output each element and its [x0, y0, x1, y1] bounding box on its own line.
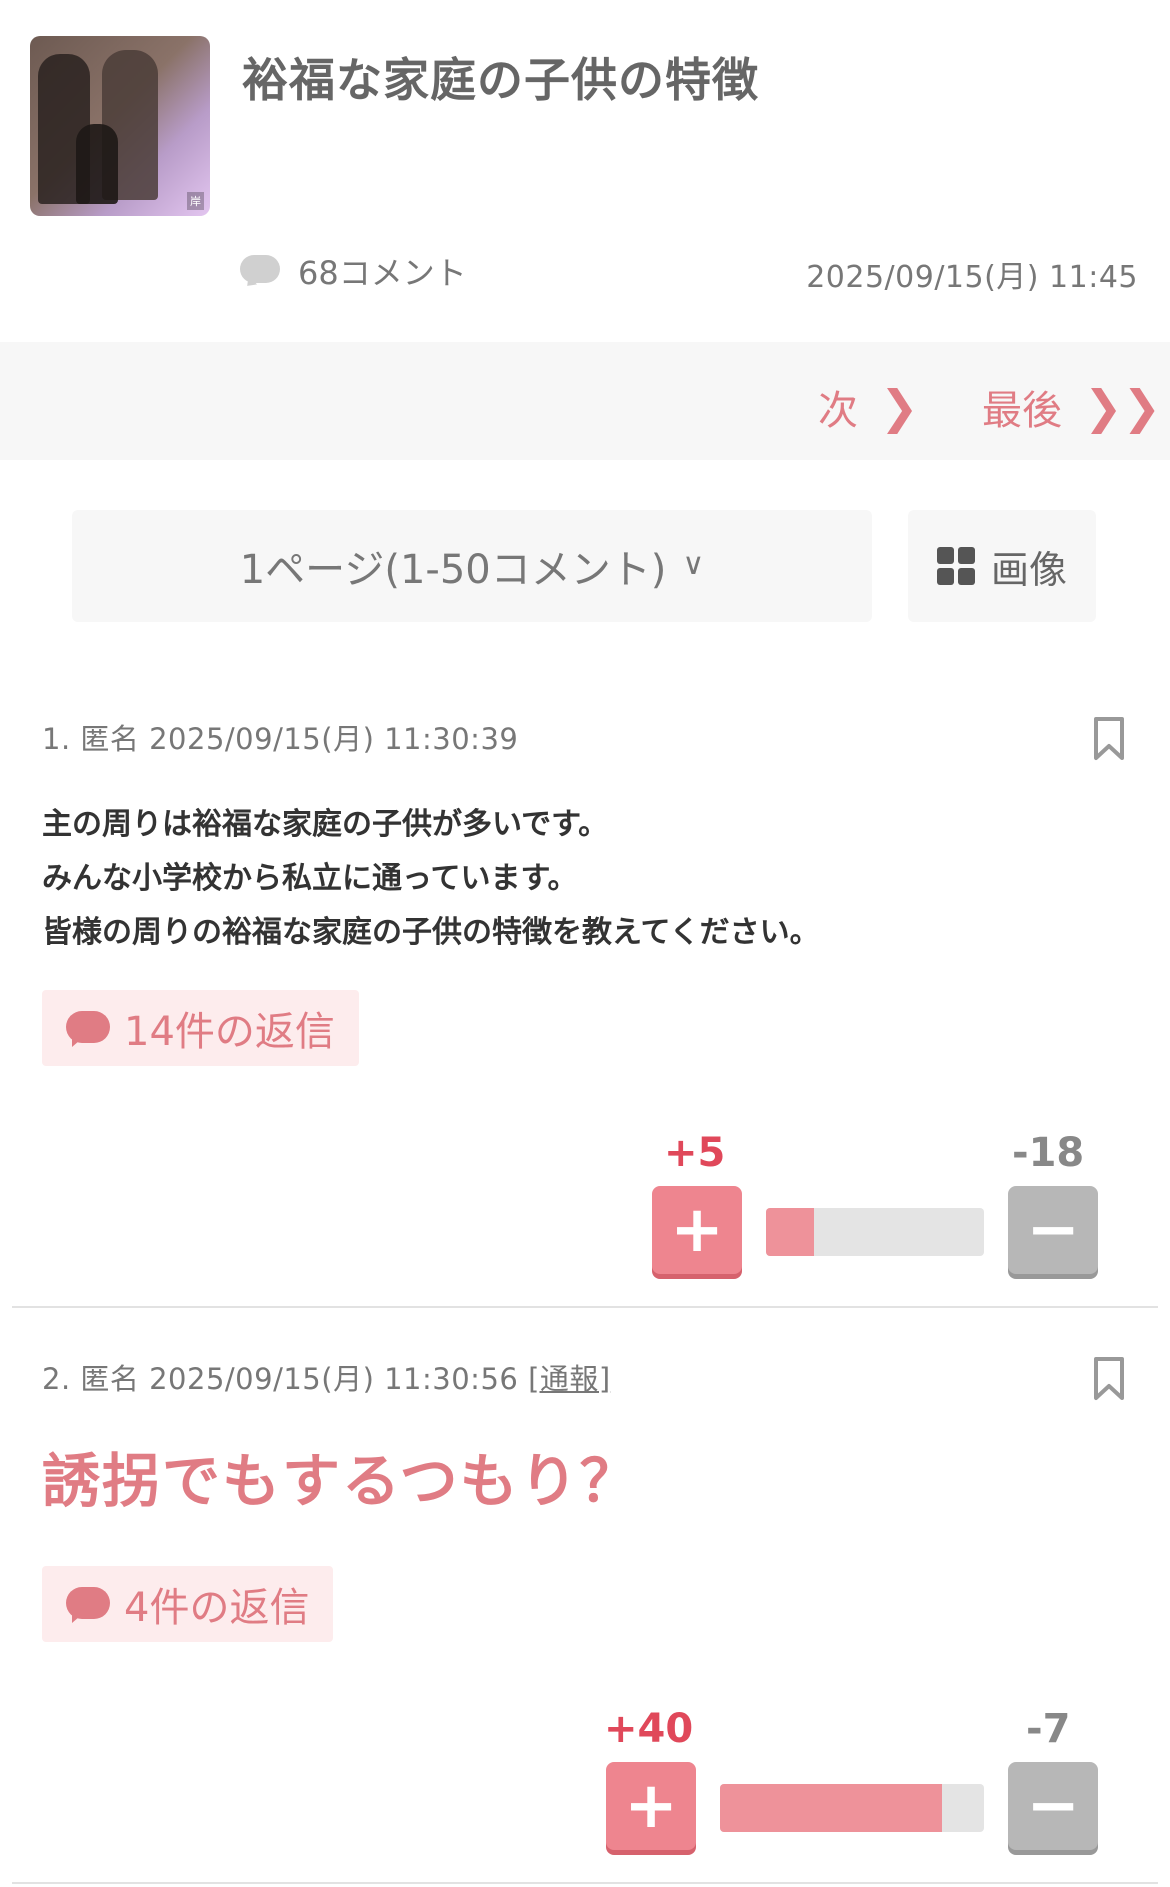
page-select-label: 1ページ(1-50コメント): [239, 547, 667, 593]
comment-meta-text: 2. 匿名 2025/09/15(月) 11:30:56: [42, 1362, 519, 1396]
reply-bubble-icon: [66, 1009, 110, 1047]
comment-meta: 2. 匿名 2025/09/15(月) 11:30:56 [通報]: [42, 1356, 611, 1398]
comment-body: 誘拐でもするつもり？: [42, 1447, 640, 1515]
reply-count-button[interactable]: 14件の返信: [42, 990, 359, 1066]
topic-date: 2025/09/15(月) 11:45: [806, 260, 1138, 295]
thumbnail-figure: [76, 124, 118, 204]
pager-bar: 次 ❯ 最後 ❯❯: [0, 342, 1170, 460]
reply-bubble-icon: [66, 1585, 110, 1623]
image-view-label: 画像: [990, 547, 1067, 592]
comment-divider: [12, 1882, 1158, 1884]
vote-ratio-fill: [766, 1208, 814, 1256]
bookmark-icon[interactable]: [1092, 1356, 1126, 1402]
comment-count: 68コメント: [240, 248, 467, 294]
comment-meta: 1. 匿名 2025/09/15(月) 11:30:39: [42, 722, 519, 756]
image-view-button[interactable]: 画像: [908, 510, 1096, 622]
minus-count: -18: [1012, 1130, 1085, 1176]
minus-count: -7: [1026, 1706, 1071, 1752]
chevron-right-icon: ❯: [880, 380, 919, 434]
reply-count-button[interactable]: 4件の返信: [42, 1566, 334, 1642]
reply-count-label: 4件の返信: [124, 1585, 310, 1631]
bookmark-icon[interactable]: [1092, 716, 1126, 762]
page-select-dropdown[interactable]: 1ページ(1-50コメント) ∨: [72, 510, 872, 622]
vote-ratio-bar: [720, 1784, 984, 1832]
vote-ratio-fill: [720, 1784, 942, 1832]
comment-line: 主の周りは裕福な家庭の子供が多いです。: [42, 807, 609, 842]
comment-line: みんな小学校から私立に通っています。: [42, 861, 578, 896]
topic-title: 裕福な家庭の子供の特徴: [242, 53, 759, 107]
chevron-down-icon: ∨: [682, 546, 705, 582]
last-label: 最後: [982, 388, 1062, 434]
report-link[interactable]: [通報]: [528, 1362, 611, 1396]
topic-header: 岸 裕福な家庭の子供の特徴 68コメント 2025/09/15(月) 11:45: [0, 0, 1170, 340]
next-label: 次: [818, 388, 858, 434]
plus-count: +5: [664, 1130, 726, 1176]
thumbnail-caption: 岸: [187, 192, 204, 210]
plus-vote-button[interactable]: +: [652, 1186, 742, 1274]
vote-ratio-bar: [766, 1208, 984, 1256]
comment-line: 皆様の周りの裕福な家庭の子供の特徴を教えてください。: [42, 915, 820, 950]
next-page-link[interactable]: 次 ❯: [818, 378, 919, 436]
topic-thumbnail[interactable]: 岸: [30, 36, 210, 216]
comment-bubble-icon: [240, 255, 280, 287]
minus-vote-button[interactable]: −: [1008, 1762, 1098, 1850]
plus-vote-button[interactable]: +: [606, 1762, 696, 1850]
comment-count-label: 68コメント: [298, 254, 467, 292]
last-page-link[interactable]: 最後 ❯❯: [982, 378, 1161, 436]
grid-icon: [936, 547, 975, 585]
comment-divider: [12, 1306, 1158, 1308]
comment-body: 主の周りは裕福な家庭の子供が多いです。 みんな小学校から私立に通っています。 皆…: [42, 798, 820, 960]
reply-count-label: 14件の返信: [124, 1009, 335, 1055]
double-chevron-right-icon: ❯❯: [1084, 380, 1162, 434]
minus-vote-button[interactable]: −: [1008, 1186, 1098, 1274]
plus-count: +40: [604, 1706, 694, 1752]
